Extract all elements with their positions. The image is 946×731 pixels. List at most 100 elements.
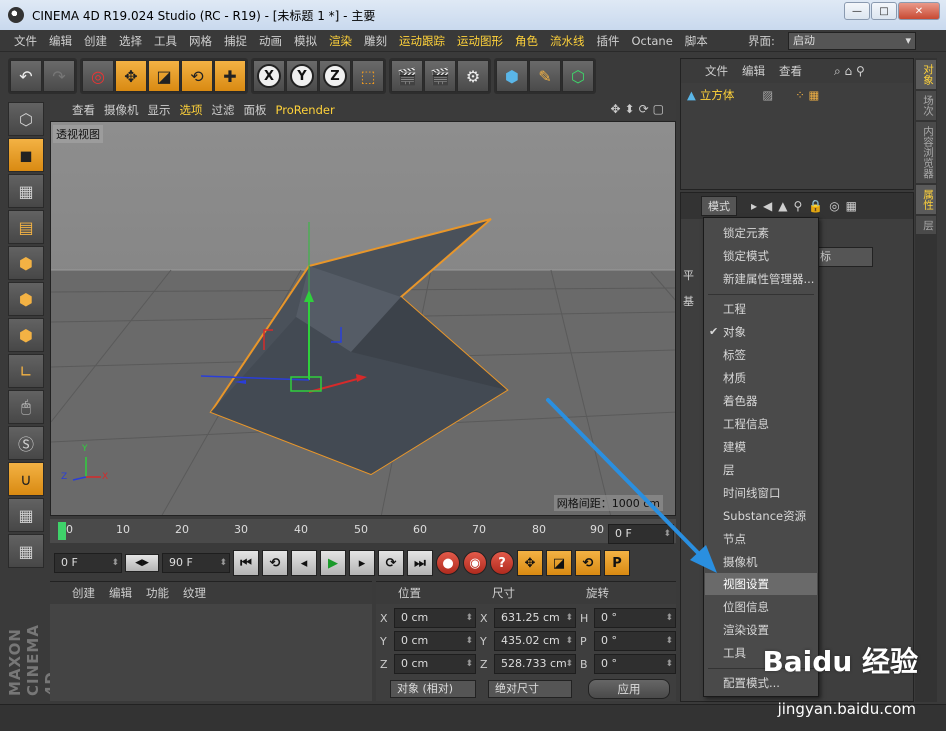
- menu-item-camera[interactable]: 摄像机: [705, 551, 817, 573]
- menu-item-timeline-window[interactable]: 时间线窗口: [705, 482, 817, 504]
- points-mode-icon[interactable]: ⬢: [8, 246, 44, 280]
- menu-item-project-info[interactable]: 工程信息: [705, 413, 817, 435]
- menu-item-shader[interactable]: 着色器: [705, 390, 817, 412]
- tag-icon[interactable]: ⁘ ▦: [795, 88, 819, 102]
- pen-spline-icon[interactable]: ✎: [529, 60, 561, 92]
- position-z-field[interactable]: 0 cm: [394, 654, 476, 674]
- minimize-button[interactable]: —: [844, 2, 870, 20]
- rotation-h-field[interactable]: 0 °: [594, 608, 676, 628]
- menu-item-modeling[interactable]: 建模: [705, 436, 817, 458]
- render-view-icon[interactable]: 🎬: [391, 60, 423, 92]
- menu-mograph[interactable]: 运动图形: [451, 33, 509, 49]
- lock-workplane-icon[interactable]: ▦: [8, 498, 44, 532]
- menu-item-view-settings[interactable]: 视图设置: [705, 573, 817, 595]
- tab-takes[interactable]: 场次: [916, 91, 936, 120]
- menu-script[interactable]: 脚本: [679, 33, 714, 49]
- close-button[interactable]: ✕: [898, 2, 940, 20]
- go-to-end-icon[interactable]: ⏭: [407, 550, 433, 576]
- viewport-menu-cameras[interactable]: 摄像机: [104, 102, 148, 118]
- menu-tools[interactable]: 工具: [148, 33, 183, 49]
- rotation-p-field[interactable]: 0 °: [594, 631, 676, 651]
- coordinate-system-icon[interactable]: ⬚: [352, 60, 384, 92]
- tweak-mode-icon[interactable]: 🖱: [8, 390, 44, 424]
- menu-plugins[interactable]: 插件: [591, 33, 626, 49]
- menu-item-nodes[interactable]: 节点: [705, 528, 817, 550]
- viewport-nav-icons[interactable]: ✥⬍⟳▢: [610, 102, 668, 116]
- position-x-field[interactable]: 0 cm: [394, 608, 476, 628]
- size-x-field[interactable]: 631.25 cm: [494, 608, 576, 628]
- play-icon[interactable]: ▶: [320, 550, 346, 576]
- z-axis-lock-icon[interactable]: Z: [319, 60, 351, 92]
- object-row-cube[interactable]: ▲ 立方体 ▨ ⁘ ▦: [687, 87, 819, 103]
- cube-primitive-icon[interactable]: ⬢: [496, 60, 528, 92]
- render-picture-viewer-icon[interactable]: 🎬: [424, 60, 456, 92]
- perspective-viewport[interactable]: Y Z X 透视视图 网格间距：1000 cm: [50, 121, 676, 516]
- menu-animate[interactable]: 动画: [253, 33, 288, 49]
- auto-key-icon[interactable]: ◉: [463, 551, 487, 575]
- viewport-menu-view[interactable]: 查看: [72, 102, 104, 118]
- texture-mode-icon[interactable]: ▦: [8, 174, 44, 208]
- attribute-coord-button[interactable]: 标: [815, 247, 873, 267]
- render-settings-icon[interactable]: ⚙: [457, 60, 489, 92]
- key-position-icon[interactable]: ✥: [517, 550, 543, 576]
- key-parameter-icon[interactable]: P: [604, 550, 630, 576]
- menu-create[interactable]: 创建: [78, 33, 113, 49]
- end-frame-field[interactable]: 90 F: [162, 553, 230, 573]
- coordinate-mode-select[interactable]: 对象 (相对): [390, 680, 476, 698]
- scale-tool-icon[interactable]: ◪: [148, 60, 180, 92]
- polygons-mode-icon[interactable]: ⬢: [8, 318, 44, 352]
- attribute-mode-button[interactable]: 模式: [701, 196, 737, 216]
- menu-item-lock-mode[interactable]: 锁定模式: [705, 245, 817, 267]
- menu-item-material[interactable]: 材质: [705, 367, 817, 389]
- keyframe-selection-icon[interactable]: ?: [490, 551, 514, 575]
- object-search-icon[interactable]: ⌕ ⌂ ⚲: [834, 64, 865, 79]
- attribute-tab-partial-2[interactable]: 基: [683, 293, 694, 309]
- size-y-field[interactable]: 435.02 cm: [494, 631, 576, 651]
- magnet-icon[interactable]: ∪: [8, 462, 44, 496]
- menu-item-render-settings[interactable]: 渲染设置: [705, 619, 817, 641]
- attribute-tab-partial-1[interactable]: 平: [683, 267, 694, 283]
- viewport-menu-prorender[interactable]: ProRender: [276, 103, 344, 117]
- tab-objects[interactable]: 对象: [916, 60, 936, 89]
- menu-mesh[interactable]: 网格: [183, 33, 218, 49]
- undo-icon[interactable]: ↶: [10, 60, 42, 92]
- next-key-icon[interactable]: ⟳: [378, 550, 404, 576]
- position-y-field[interactable]: 0 cm: [394, 631, 476, 651]
- subdivision-surface-icon[interactable]: ⬡: [562, 60, 594, 92]
- tab-layers[interactable]: 层: [916, 215, 936, 234]
- menu-item-layer[interactable]: 层: [705, 459, 817, 481]
- y-axis-lock-icon[interactable]: Y: [286, 60, 318, 92]
- record-keys-icon[interactable]: ●: [436, 551, 460, 575]
- key-scale-icon[interactable]: ◪: [546, 550, 572, 576]
- material-menu-edit[interactable]: 编辑: [109, 585, 132, 601]
- rotate-tool-icon[interactable]: ⟲: [181, 60, 213, 92]
- menu-render[interactable]: 渲染: [323, 33, 358, 49]
- material-menu-create[interactable]: 创建: [72, 585, 95, 601]
- snap-icon[interactable]: Ⓢ: [8, 426, 44, 460]
- menu-item-tag[interactable]: 标签: [705, 344, 817, 366]
- viewport-menu-panel[interactable]: 面板: [244, 102, 276, 118]
- live-selection-icon[interactable]: ◎: [82, 60, 114, 92]
- size-mode-select[interactable]: 绝对尺寸: [488, 680, 572, 698]
- size-z-field[interactable]: 528.733 cm: [494, 654, 576, 674]
- apply-button[interactable]: 应用: [588, 679, 670, 699]
- menu-item-lock-element[interactable]: 锁定元素: [705, 222, 817, 244]
- menu-item-new-attribute-manager[interactable]: 新建属性管理器...: [705, 268, 817, 290]
- material-menu-function[interactable]: 功能: [146, 585, 169, 601]
- menu-item-project[interactable]: 工程: [705, 298, 817, 320]
- menu-motion-tracker[interactable]: 运动跟踪: [393, 33, 451, 49]
- prev-key-icon[interactable]: ⟲: [262, 550, 288, 576]
- menu-snap[interactable]: 捕捉: [218, 33, 253, 49]
- tab-content-browser[interactable]: 内容浏览器: [916, 122, 936, 183]
- object-menu-edit[interactable]: 编辑: [742, 63, 765, 79]
- menu-sculpt[interactable]: 雕刻: [358, 33, 393, 49]
- axis-mode-icon[interactable]: ∟: [8, 354, 44, 388]
- menu-pipeline[interactable]: 流水线: [544, 33, 591, 49]
- maximize-button[interactable]: □: [871, 2, 897, 20]
- visibility-icon[interactable]: ▨: [762, 88, 773, 102]
- tab-attributes[interactable]: 属性: [916, 184, 936, 214]
- start-frame-field[interactable]: 0 F: [54, 553, 122, 573]
- menu-character[interactable]: 角色: [509, 33, 544, 49]
- object-menu-view[interactable]: 查看: [779, 63, 802, 79]
- x-axis-lock-icon[interactable]: X: [253, 60, 285, 92]
